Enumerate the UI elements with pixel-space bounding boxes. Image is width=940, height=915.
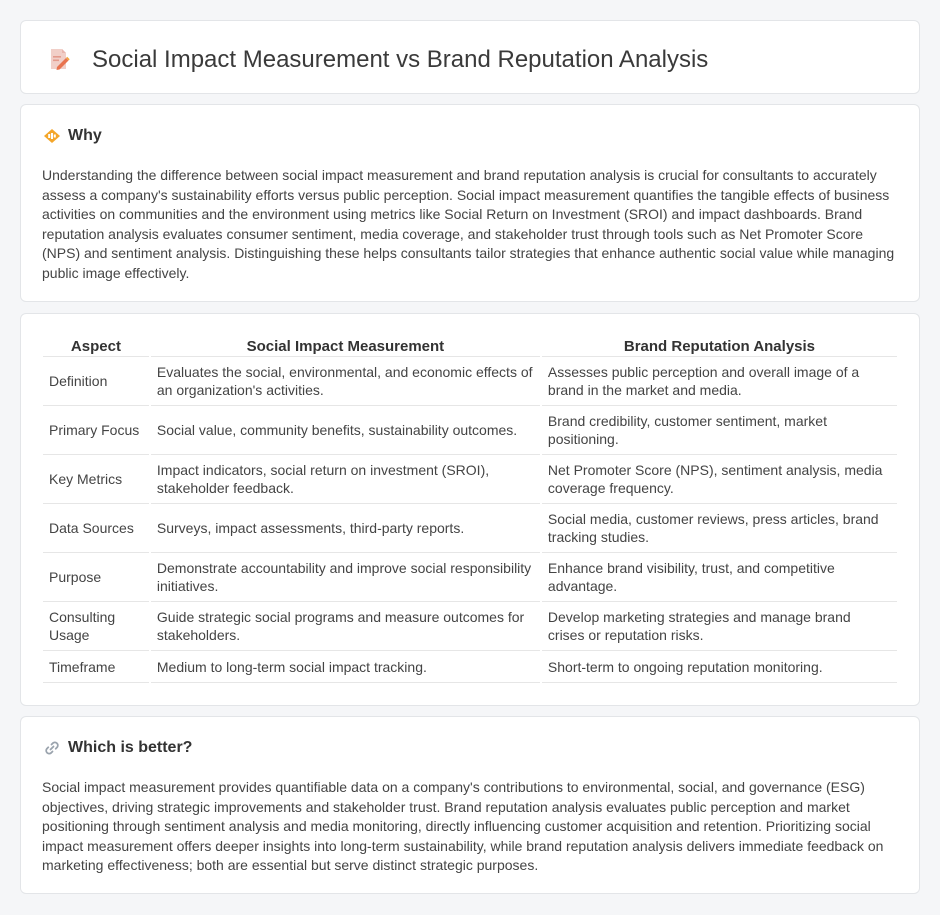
row-social-impact: Guide strategic social programs and meas…: [150, 602, 540, 651]
table-row: Data Sources Surveys, impact assessments…: [43, 504, 897, 553]
why-paragraph: Understanding the difference between soc…: [42, 167, 895, 281]
table-row: Definition Evaluates the social, environ…: [43, 357, 897, 406]
row-brand-reputation: Short-term to ongoing reputation monitor…: [541, 651, 897, 683]
document-edit-icon: [51, 49, 70, 70]
page-title: Social Impact Measurement vs Brand Reput…: [92, 46, 709, 73]
table-header-row: Aspect Social Impact Measurement Brand R…: [43, 333, 897, 357]
row-social-impact: Medium to long-term social impact tracki…: [150, 651, 540, 683]
row-social-impact: Surveys, impact assessments, third-party…: [150, 504, 540, 553]
row-brand-reputation: Brand credibility, customer sentiment, m…: [541, 406, 897, 455]
better-paragraph: Social impact measurement provides quant…: [42, 779, 884, 873]
row-aspect: Timeframe: [43, 651, 149, 683]
table-row: Consulting Usage Guide strategic social …: [43, 602, 897, 651]
row-social-impact: Demonstrate accountability and improve s…: [150, 553, 540, 602]
row-brand-reputation: Net Promoter Score (NPS), sentiment anal…: [541, 455, 897, 504]
why-heading: Why: [43, 127, 102, 145]
table-row: Timeframe Medium to long-term social imp…: [43, 651, 897, 683]
header-aspect: Aspect: [43, 333, 149, 357]
row-brand-reputation: Develop marketing strategies and manage …: [541, 602, 897, 651]
better-title: Which is better?: [68, 739, 193, 756]
diamond-warning-icon: [44, 129, 60, 143]
title-card: Social Impact Measurement vs Brand Reput…: [20, 20, 920, 94]
better-heading: Which is better?: [43, 739, 192, 757]
link-icon: [45, 741, 59, 755]
comparison-section: Aspect Social Impact Measurement Brand R…: [20, 313, 920, 706]
table-row: Purpose Demonstrate accountability and i…: [43, 553, 897, 602]
why-title: Why: [68, 127, 102, 144]
row-social-impact: Impact indicators, social return on inve…: [150, 455, 540, 504]
row-social-impact: Social value, community benefits, sustai…: [150, 406, 540, 455]
row-brand-reputation: Enhance brand visibility, trust, and com…: [541, 553, 897, 602]
comparison-table: Aspect Social Impact Measurement Brand R…: [41, 333, 899, 683]
which-better-section: Which is better? Social impact measureme…: [20, 716, 920, 894]
row-aspect: Key Metrics: [43, 455, 149, 504]
why-section: Why Understanding the difference between…: [20, 104, 920, 302]
row-aspect: Primary Focus: [43, 406, 149, 455]
row-aspect: Consulting Usage: [43, 602, 149, 651]
row-aspect: Purpose: [43, 553, 149, 602]
row-aspect: Data Sources: [43, 504, 149, 553]
header-brand-reputation: Brand Reputation Analysis: [541, 333, 897, 357]
header-social-impact: Social Impact Measurement: [150, 333, 540, 357]
table-row: Primary Focus Social value, community be…: [43, 406, 897, 455]
row-brand-reputation: Assesses public perception and overall i…: [541, 357, 897, 406]
row-brand-reputation: Social media, customer reviews, press ar…: [541, 504, 897, 553]
row-aspect: Definition: [43, 357, 149, 406]
table-row: Key Metrics Impact indicators, social re…: [43, 455, 897, 504]
row-social-impact: Evaluates the social, environmental, and…: [150, 357, 540, 406]
